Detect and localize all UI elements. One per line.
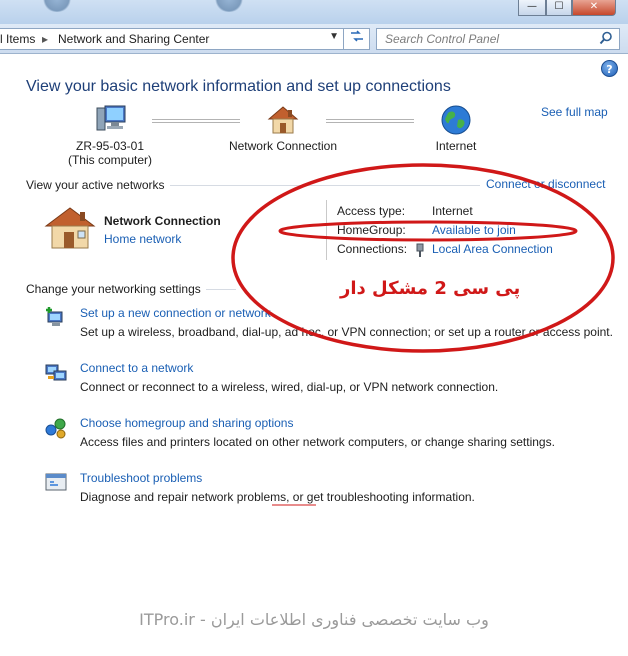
troubleshoot-icon	[45, 473, 67, 491]
network-type-link[interactable]: Home network	[104, 232, 181, 246]
close-button[interactable]: ✕	[572, 0, 616, 16]
computer-subtitle: (This computer)	[67, 153, 153, 167]
internet-node-label: Internet	[435, 139, 477, 153]
help-icon[interactable]: ?	[601, 60, 618, 77]
home-network-icon	[44, 207, 96, 249]
minimize-button[interactable]: —	[518, 0, 546, 16]
map-node-internet[interactable]: Internet	[416, 104, 496, 153]
maximize-button[interactable]: ☐	[546, 0, 572, 16]
search-box[interactable]	[376, 28, 620, 50]
page-title: View your basic network information and …	[26, 78, 451, 95]
network-node-label: Network Connection	[228, 139, 338, 153]
computer-name: ZR-95-03-01	[75, 139, 145, 153]
homegroup-icon	[45, 418, 66, 439]
watermark-text: ITPro.ir - وب سایت تخصصی فناوری اطلاعات …	[139, 610, 489, 629]
access-type-label: Access type:	[337, 204, 406, 218]
house-icon	[267, 106, 299, 134]
divider-vertical	[326, 200, 327, 260]
see-full-map-link[interactable]: See full map	[541, 105, 608, 119]
address-bar[interactable]: l Items ▸ Network and Sharing Center ▼	[0, 28, 344, 50]
computer-icon	[96, 105, 126, 131]
homegroup-label: HomeGroup:	[337, 223, 406, 237]
setup-connection-link[interactable]: Set up a new connection or network	[80, 306, 271, 320]
connect-network-description: Connect or reconnect to a wireless, wire…	[80, 380, 499, 394]
connections-label: Connections:	[337, 242, 408, 256]
breadcrumb-network-sharing-center[interactable]: Network and Sharing Center	[58, 32, 209, 46]
map-link-line	[326, 119, 414, 123]
connect-network-icon	[45, 364, 67, 381]
title-bar: — ☐ ✕	[0, 0, 628, 24]
homegroup-highlight-ellipse	[278, 220, 578, 242]
taskbar-ghost-icon	[214, 0, 244, 12]
refresh-button[interactable]	[344, 28, 370, 50]
annotation-text: پی سی 2 مشکل دار	[340, 278, 521, 299]
chevron-down-icon[interactable]: ▼	[329, 31, 339, 42]
local-area-connection-link[interactable]: Local Area Connection	[432, 242, 553, 256]
annotation-ellipse	[231, 163, 615, 353]
networking-settings-heading: Change your networking settings	[26, 282, 201, 296]
divider	[206, 289, 236, 290]
homegroup-available-link[interactable]: Available to join	[432, 223, 516, 237]
active-networks-heading: View your active networks	[26, 178, 165, 192]
connect-or-disconnect-link[interactable]: Connect or disconnect	[486, 177, 605, 191]
breadcrumb-separator-icon[interactable]: ▸	[42, 32, 48, 46]
search-icon[interactable]	[599, 31, 613, 48]
homegroup-sharing-link[interactable]: Choose homegroup and sharing options	[80, 416, 293, 430]
divider	[170, 185, 480, 186]
troubleshoot-description: Diagnose and repair network problems, or…	[80, 490, 475, 504]
setup-connection-description: Set up a wireless, broadband, dial-up, a…	[80, 325, 613, 339]
troubleshoot-link[interactable]: Troubleshoot problems	[80, 471, 202, 485]
taskbar-ghost-icon	[42, 0, 72, 12]
breadcrumb-all-items[interactable]: l Items	[0, 32, 35, 46]
globe-icon	[441, 105, 471, 135]
address-row: l Items ▸ Network and Sharing Center ▼	[0, 24, 628, 54]
map-node-network[interactable]: Network Connection	[222, 104, 344, 153]
active-network-name: Network Connection	[104, 214, 221, 228]
map-node-computer[interactable]: ZR-95-03-01 (This computer)	[54, 104, 166, 167]
ethernet-plug-icon	[416, 243, 424, 257]
refresh-icon	[350, 30, 363, 42]
search-input[interactable]	[385, 32, 585, 46]
connect-network-link[interactable]: Connect to a network	[80, 361, 193, 375]
access-type-value: Internet	[432, 204, 473, 218]
homegroup-sharing-description: Access files and printers located on oth…	[80, 435, 555, 449]
new-connection-icon	[46, 307, 63, 326]
